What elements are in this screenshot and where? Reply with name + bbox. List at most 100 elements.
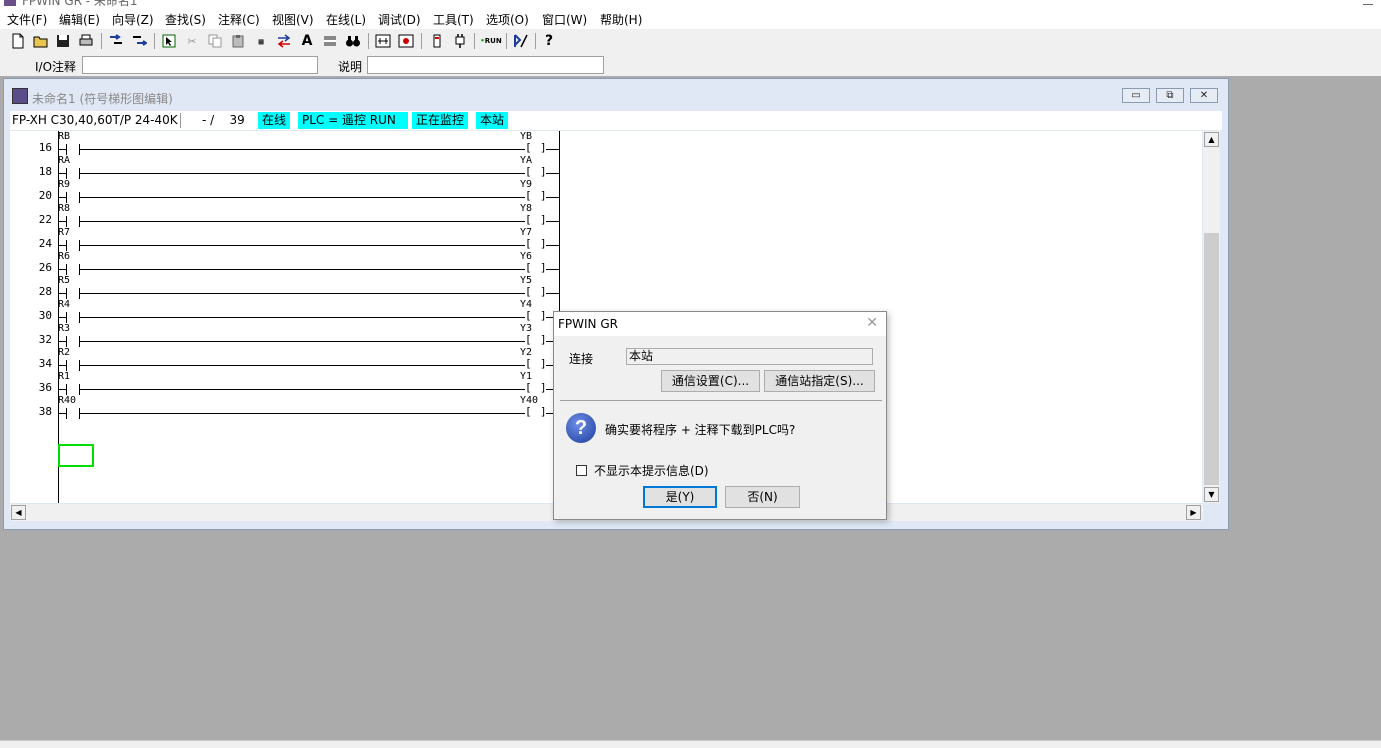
no-button[interactable]: 否(N): [725, 486, 800, 508]
scroll-left-arrow-icon[interactable]: ◀: [11, 505, 26, 520]
io-comment-input[interactable]: [82, 56, 318, 74]
list-icon[interactable]: [321, 32, 339, 50]
rung-wire: [546, 149, 559, 150]
rung-wire: [58, 269, 66, 270]
coil-bracket-left: [: [525, 237, 532, 250]
menu-file[interactable]: 文件(F): [7, 11, 47, 28]
scroll-thumb[interactable]: [1204, 233, 1219, 485]
dont-show-label[interactable]: 不显示本提示信息(D): [594, 462, 709, 479]
scroll-right-arrow-icon[interactable]: ▶: [1186, 505, 1201, 520]
menu-edit[interactable]: 编辑(E): [59, 11, 100, 28]
coil-bracket-left: [: [525, 357, 532, 370]
menu-online[interactable]: 在线(L): [326, 11, 366, 28]
dont-show-checkbox[interactable]: [576, 465, 587, 476]
scroll-down-arrow-icon[interactable]: ▼: [1204, 487, 1219, 502]
download-arrow-icon[interactable]: [130, 32, 148, 50]
plc-connect-icon[interactable]: [428, 32, 446, 50]
font-a-icon[interactable]: A: [298, 32, 316, 50]
ladder-window-icon: [12, 88, 28, 104]
monitoring-badge: 正在监控: [412, 112, 469, 129]
child-restore-button[interactable]: ⧉: [1156, 88, 1184, 103]
paste-icon[interactable]: [229, 32, 247, 50]
monitor-icon[interactable]: [374, 32, 392, 50]
online-badge: 在线: [258, 112, 291, 129]
description-input[interactable]: [367, 56, 604, 74]
run-mode-icon[interactable]: • RUN: [480, 32, 502, 50]
cut-icon[interactable]: ✂: [183, 32, 201, 50]
comment-bar: I/O注释 说明: [0, 54, 1381, 76]
rung-wire: [58, 245, 66, 246]
new-file-icon[interactable]: [9, 32, 27, 50]
copy-icon[interactable]: [206, 32, 224, 50]
dialog-title: FPWIN GR: [558, 317, 618, 331]
contact-label: RB: [58, 131, 71, 142]
menu-comment[interactable]: 注释(C): [218, 11, 260, 28]
open-folder-icon[interactable]: [32, 32, 50, 50]
rung-wire: [546, 197, 559, 198]
binoculars-icon[interactable]: [344, 32, 362, 50]
menu-find[interactable]: 查找(S): [165, 11, 206, 28]
rung-wire: [79, 341, 525, 342]
plug-icon[interactable]: [451, 32, 469, 50]
edit-cursor[interactable]: [58, 444, 94, 467]
select-cursor-icon[interactable]: [160, 32, 178, 50]
save-icon[interactable]: [54, 32, 72, 50]
rung-wire: [79, 221, 525, 222]
coil-bracket-left: [: [525, 189, 532, 202]
rung-wire: [546, 245, 559, 246]
menu-wizard[interactable]: 向导(Z): [112, 11, 154, 28]
contact-bar-left: [66, 408, 67, 419]
child-window-title: 未命名1 (符号梯形图编辑): [32, 92, 173, 106]
toolbar-separator: [506, 33, 507, 49]
menu-view[interactable]: 视图(V): [272, 11, 314, 28]
minimize-icon[interactable]: [1363, 0, 1373, 5]
scroll-up-arrow-icon[interactable]: ▲: [1204, 132, 1219, 147]
rung-wire: [79, 389, 525, 390]
help-icon[interactable]: ?: [540, 32, 558, 50]
child-minimize-button[interactable]: ▭: [1122, 88, 1150, 103]
plc-mode-badge: PLC = 遥控 RUN: [298, 112, 408, 129]
station-select-button[interactable]: 通信站指定(S)...: [764, 370, 875, 392]
replace-icon[interactable]: [275, 32, 293, 50]
rung-wire: [58, 173, 66, 174]
coil-bracket-left: [: [525, 213, 532, 226]
data-table-icon[interactable]: [397, 32, 415, 50]
menu-window[interactable]: 窗口(W): [542, 11, 587, 28]
rung-wire: [58, 389, 66, 390]
menu-options[interactable]: 选项(O): [486, 11, 529, 28]
rung-wire: [546, 221, 559, 222]
toolbar: ✂ ▦ A • RUN ?: [0, 29, 1381, 55]
rung-number: 38: [38, 405, 52, 418]
rung-wire: [58, 197, 66, 198]
menu-tools[interactable]: 工具(T): [433, 11, 474, 28]
program-mode-icon[interactable]: [512, 32, 530, 50]
dialog-close-icon[interactable]: ✕: [866, 315, 878, 331]
coil-bracket-left: [: [525, 285, 532, 298]
upload-arrow-icon[interactable]: [107, 32, 125, 50]
plc-model: FP-XH C30,40,60T/P 24-40K: [12, 113, 178, 127]
menu-debug[interactable]: 调试(D): [378, 11, 421, 28]
contact-label: R6: [58, 251, 71, 262]
contact-bar-left: [66, 144, 67, 155]
rung-wire: [79, 413, 525, 414]
confirm-message: 确实要将程序 + 注释下载到PLC吗?: [605, 423, 796, 437]
station-badge: 本站: [476, 112, 509, 129]
insert-block-icon[interactable]: ▦: [252, 32, 270, 50]
rung-number: 18: [38, 165, 52, 178]
print-icon[interactable]: [77, 32, 95, 50]
coil-bracket-right: ]: [540, 405, 547, 418]
contact-label: R3: [58, 323, 71, 334]
toolbar-separator: [154, 33, 155, 49]
rung-wire: [546, 269, 559, 270]
rung-number: 24: [38, 237, 52, 250]
menu-help[interactable]: 帮助(H): [600, 11, 642, 28]
rung-wire: [58, 293, 66, 294]
rung-wire: [58, 221, 66, 222]
comm-settings-button[interactable]: 通信设置(C)...: [661, 370, 760, 392]
vertical-scrollbar[interactable]: ▲ ▼: [1203, 131, 1220, 503]
yes-button[interactable]: 是(Y): [643, 486, 717, 508]
contact-bar-left: [66, 360, 67, 371]
toolbar-separator: [474, 33, 475, 49]
rung-wire: [79, 293, 525, 294]
child-close-button[interactable]: ✕: [1190, 88, 1218, 103]
